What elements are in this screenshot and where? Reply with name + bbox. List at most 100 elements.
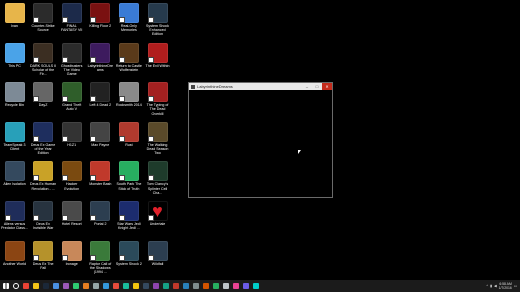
desktop-icon[interactable]: Deus Ex Human Revolution - ... <box>30 161 57 191</box>
desktop-icon[interactable]: The Evil Within <box>144 42 171 68</box>
desktop-icon[interactable]: Rocksmith 2014 <box>115 82 142 107</box>
taskbar-app-button[interactable] <box>231 282 240 291</box>
taskbar-app-button[interactable] <box>121 282 130 291</box>
desktop-icon[interactable]: System Shock Enhanced Edition <box>144 3 171 37</box>
desktop-icon[interactable]: Left 4 Dead 2 <box>87 82 114 107</box>
taskbar-app-button[interactable] <box>81 282 90 291</box>
desktop-icon[interactable]: Hacker Evolution <box>58 161 85 191</box>
desktop-icon[interactable]: Hotel Resort <box>58 201 85 226</box>
desktop-icon[interactable]: This PC <box>1 42 28 68</box>
start-button[interactable] <box>1 282 10 291</box>
desktop-icon[interactable]: South Park The Stick of Truth <box>115 161 142 191</box>
desktop-icon[interactable]: H1Z1 <box>58 121 85 147</box>
taskbar-app-button[interactable] <box>91 282 100 291</box>
app-icon <box>72 283 79 289</box>
desktop-icon[interactable]: Rust <box>115 121 142 147</box>
taskbar-app-button[interactable] <box>191 282 200 291</box>
desktop-icon-label: Rocksmith 2014 <box>116 103 142 108</box>
shortcut-arrow-icon <box>90 175 97 182</box>
desktop-icon[interactable]: Tom Clancy's Splinter Cell Cha... <box>144 161 171 195</box>
desktop-icon[interactable]: Deus Ex Game of the Year Edition <box>30 121 57 156</box>
app-icon <box>192 283 199 289</box>
desktop-icon[interactable]: TeamSpeak 3 Client <box>1 121 28 151</box>
taskbar-app-button[interactable] <box>171 282 180 291</box>
desktop-icon[interactable]: The Typing of The Dead Overkill <box>144 82 171 116</box>
taskbar-app-button[interactable] <box>141 282 150 291</box>
taskbar-app-button[interactable] <box>221 282 230 291</box>
clock[interactable]: 6:58 AM 1/7/2016 <box>499 282 512 290</box>
taskbar-app-button[interactable] <box>161 282 170 291</box>
desktop-icon[interactable]: Max Payne <box>87 121 114 147</box>
taskbar-app-button[interactable] <box>151 282 160 291</box>
taskbar-app-button[interactable] <box>211 282 220 291</box>
desktop-icon[interactable]: The Walking Dead Season Two <box>144 121 171 156</box>
app-icon <box>222 283 229 289</box>
taskbar-app-button[interactable] <box>111 282 120 291</box>
network-icon[interactable]: ▮ <box>490 284 492 288</box>
desktop-icon[interactable]: Alien Isolation <box>1 161 28 186</box>
desktop-icon[interactable]: Aliens versus Predator Class... <box>1 201 28 230</box>
desktop-icon[interactable]: Raptor Call of the Shadows (1994 ... <box>87 240 114 275</box>
desktop-icon[interactable]: Wildfall <box>144 240 171 266</box>
close-button[interactable]: ✕ <box>322 83 332 90</box>
shortcut-arrow-icon <box>33 96 40 103</box>
volume-icon[interactable]: ◀ <box>494 284 497 288</box>
taskbar-app-button[interactable] <box>131 282 140 291</box>
window-titlebar[interactable]: LabyrinthineDreams – □ ✕ <box>189 83 332 90</box>
desktop-icon[interactable]: FINAL FANTASY VII <box>58 3 85 32</box>
desktop-icon-label: Recycle Bin <box>5 103 24 108</box>
desktop-icon[interactable]: Killing Floor 2 <box>87 3 114 28</box>
shortcut-arrow-icon <box>33 135 40 142</box>
minimize-button[interactable]: – <box>302 83 312 90</box>
desktop-icon[interactable]: Ghostbusters The Video Game <box>58 42 85 77</box>
app-icon <box>182 283 189 289</box>
desktop-icon[interactable]: Return to Castle Wolfenstein <box>115 42 142 72</box>
desktop-icon[interactable]: DARK SOULS II Scholar of the Fir... <box>30 42 57 77</box>
taskbar-app-button[interactable] <box>21 282 30 291</box>
window-content[interactable] <box>189 90 332 197</box>
desktop-icon[interactable]: LabyrinthineDreams <box>87 42 114 72</box>
shortcut-arrow-icon <box>118 56 125 63</box>
taskbar-app-button[interactable] <box>251 282 260 291</box>
taskbar-app-button[interactable] <box>11 282 20 291</box>
desktop-icon[interactable]: DayZ <box>30 82 57 107</box>
desktop-icon[interactable]: Counter-Strike Source <box>30 3 57 32</box>
clock-date: 1/7/2016 <box>498 286 512 290</box>
desktop-icon[interactable]: Deus Ex Invisible War <box>30 201 57 230</box>
desktop-icon[interactable]: Ironage <box>58 240 85 266</box>
notification-icon[interactable]: ▭ <box>514 284 517 288</box>
desktop-icon[interactable]: Ivan <box>1 3 28 28</box>
taskbar-app-button[interactable] <box>41 282 50 291</box>
desktop-icon-label: System Shock Enhanced Edition <box>146 24 169 37</box>
desktop-icon[interactable]: Another World <box>1 240 28 266</box>
desktop-icon[interactable]: Star Wars Jedi Knight Jedi ... <box>115 201 142 230</box>
desktop-icon[interactable]: Portal 2 <box>87 201 114 226</box>
taskbar-app-button[interactable] <box>201 282 210 291</box>
taskbar-app-button[interactable] <box>241 282 250 291</box>
desktop-icon[interactable]: Grand Theft Auto V <box>58 82 85 111</box>
shortcut-arrow-icon <box>33 56 40 63</box>
desktop-icon[interactable]: Monster Bash <box>87 161 114 186</box>
desktop-icon[interactable]: Deus Ex The Fall <box>30 240 57 270</box>
desktop-icon[interactable]: Recycle Bin <box>1 82 28 107</box>
desktop-icon-image <box>118 240 139 261</box>
shortcut-arrow-icon <box>61 254 68 261</box>
desktop-icon-label: Return to Castle Wolfenstein <box>115 63 142 72</box>
app-window[interactable]: LabyrinthineDreams – □ ✕ <box>188 82 333 198</box>
window-title: LabyrinthineDreams <box>197 84 233 89</box>
taskbar-app-button[interactable] <box>71 282 80 291</box>
taskbar-app-button[interactable] <box>61 282 70 291</box>
taskbar-app-button[interactable] <box>51 282 60 291</box>
app-icon <box>202 283 209 289</box>
app-icon <box>52 283 59 289</box>
app-icon <box>232 283 239 289</box>
desktop-icon[interactable]: System Shock 2 <box>115 240 142 266</box>
taskbar-app-button[interactable] <box>181 282 190 291</box>
taskbar-app-button[interactable] <box>31 282 40 291</box>
desktop-icon[interactable]: Real-Only Memories <box>115 3 142 32</box>
desktop-icon[interactable]: ♥ Undertale <box>144 201 171 226</box>
maximize-button[interactable]: □ <box>312 83 322 90</box>
tray-chevron-icon[interactable]: ^ <box>487 284 489 288</box>
shortcut-arrow-icon <box>90 135 97 142</box>
taskbar-app-button[interactable] <box>101 282 110 291</box>
